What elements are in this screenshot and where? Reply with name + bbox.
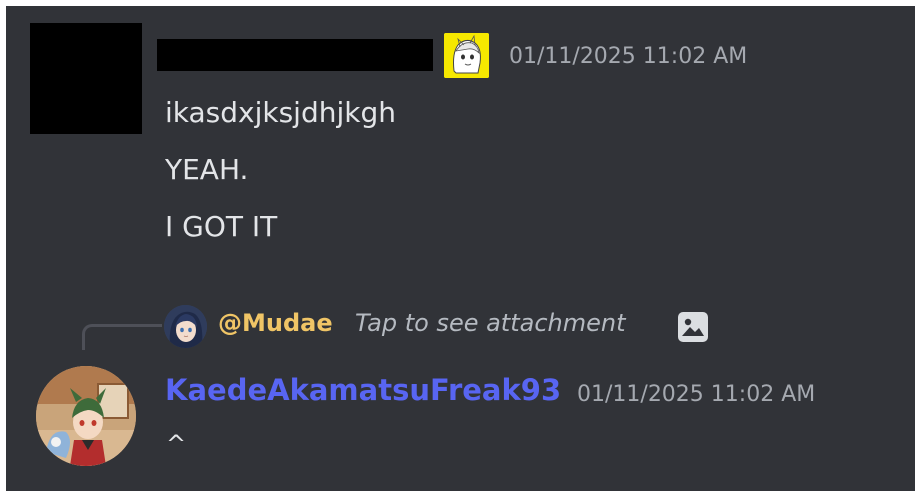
redacted-username[interactable] (157, 39, 433, 71)
redacted-avatar[interactable] (30, 23, 142, 134)
chat-panel: 01/11/2025 11:02 AM ikasdxjksjdhjkgh YEA… (6, 6, 915, 491)
message-timestamp: 01/11/2025 11:02 AM (577, 382, 816, 407)
mudae-avatar[interactable] (164, 305, 207, 348)
message-line: YEAH. (165, 153, 249, 186)
anime-character-badge-icon (444, 33, 489, 78)
reply-spine (82, 324, 162, 350)
reply-preview-text[interactable]: Tap to see attachment (355, 309, 626, 337)
message-line: ikasdxjksjdhjkgh (165, 96, 396, 129)
image-icon (676, 310, 710, 344)
message-line: I GOT IT (165, 210, 278, 243)
user-avatar[interactable] (36, 366, 136, 466)
reply-mention[interactable]: @Mudae (218, 309, 333, 337)
message-text: ^ (166, 430, 187, 458)
message-username[interactable]: KaedeAkamatsuFreak93 (165, 373, 561, 407)
message-timestamp: 01/11/2025 11:02 AM (509, 44, 748, 69)
